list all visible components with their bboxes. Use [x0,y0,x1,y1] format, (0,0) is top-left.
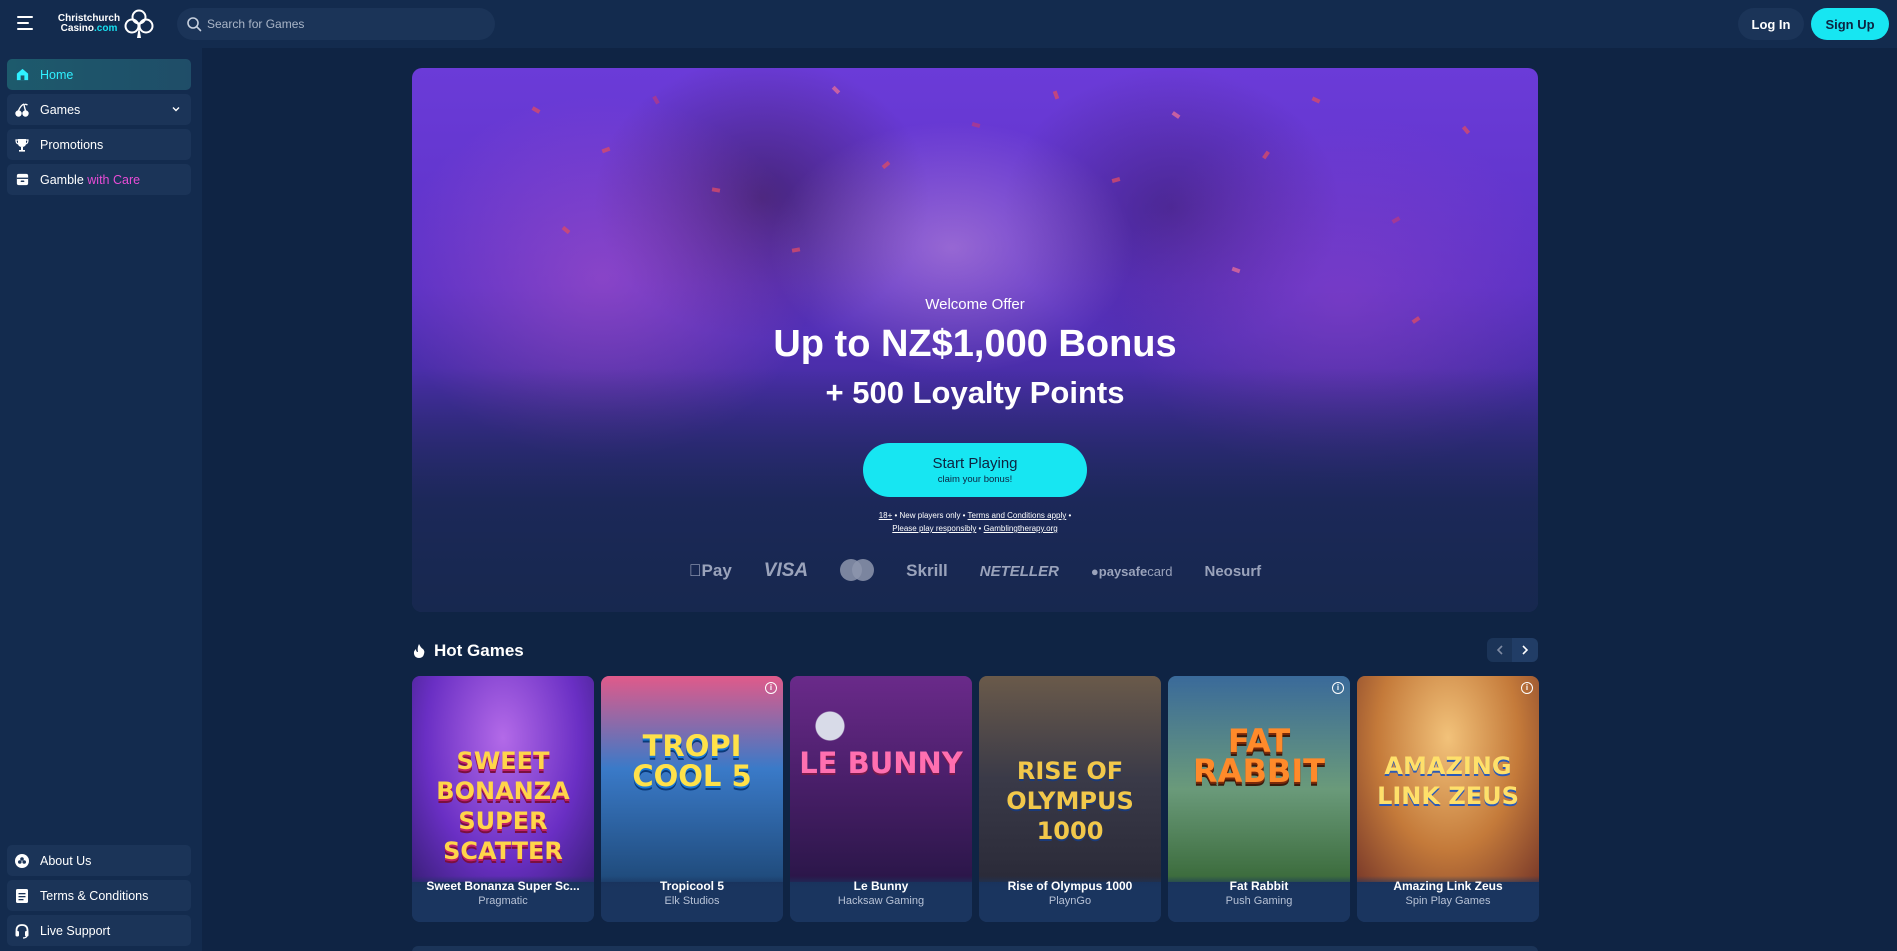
chevron-down-icon[interactable] [171,104,181,114]
apple-pay-logo: Pay [689,561,732,581]
login-button[interactable]: Log In [1738,8,1804,40]
game-provider: Elk Studios [664,895,720,907]
sidebar-item-terms[interactable]: Terms & Conditions [7,880,191,911]
sidebar-item-label: Gamble with Care [40,172,141,187]
game-card-amazing-link-zeus[interactable]: AMAZING LINK ZEUS i Amazing Link Zeus Sp… [1357,676,1539,922]
game-art-title: TROPI COOL 5 [632,729,752,793]
loyalty-points-subline: + 500 Loyalty Points [825,375,1125,410]
sidebar-item-label: Terms & Conditions [40,888,149,903]
play-responsibly-link[interactable]: Please play responsibly [892,524,976,533]
sidebar-item-promotions[interactable]: Promotions [7,129,191,160]
game-title: Fat Rabbit [1229,879,1289,893]
carousel-next-button[interactable] [1512,638,1538,662]
search-icon [187,17,202,32]
game-title: Amazing Link Zeus [1393,879,1503,893]
info-icon[interactable]: i [1521,682,1533,694]
game-art-title: SWEET BONANZA SUPER SCATTER [436,747,570,865]
game-art-title: LE BUNNY [799,746,963,780]
gamblingtherapy-link[interactable]: Gamblingtherapy.org [984,524,1058,533]
search-input[interactable] [207,8,487,40]
sidebar-item-home[interactable]: Home [7,59,191,90]
game-card-tropicool-5[interactable]: TROPI COOL 5 i Tropicool 5 Elk Studios [601,676,783,922]
sidebar-item-games[interactable]: Games [7,94,191,125]
game-provider: Push Gaming [1225,895,1293,907]
game-title: Le Bunny [853,879,909,893]
mastercard-logo [840,559,875,583]
game-title: Rise of Olympus 1000 [1007,879,1133,893]
next-section-edge [412,946,1538,951]
document-icon [14,888,30,904]
sidebar: Home Games Promotions Gamble with Care A… [0,48,202,951]
club-icon [14,853,30,869]
game-art-title: RISE OF OLYMPUS 1000 [1006,757,1134,845]
chevron-right-icon [1522,645,1529,655]
sidebar-item-label: Live Support [40,923,111,938]
archive-icon [14,172,30,188]
game-title: Tropicool 5 [659,879,724,893]
home-icon [14,67,30,83]
game-card-rise-of-olympus-1000[interactable]: RISE OF OLYMPUS 1000 Rise of Olympus 100… [979,676,1161,922]
hamburger-menu-icon[interactable] [17,16,33,30]
skrill-logo: Skrill [899,561,948,580]
payment-methods-row: Pay VISA Skrill NETELLER ●paysafecard N… [412,556,1538,586]
fire-icon [413,644,425,658]
logo-wordmark: Christchurch Casino.com [57,13,121,34]
top-header: Christchurch Casino.com Log In Sign Up [0,0,1897,48]
game-art-title: AMAZING LINK ZEUS [1377,752,1519,810]
welcome-offer-banner: Welcome Offer Up to NZ$1,000 Bonus + 500… [412,68,1538,612]
game-provider: Hacksaw Gaming [837,895,925,907]
visa-logo: VISA [757,560,808,581]
hot-games-carousel: SWEET BONANZA SUPER SCATTER Sweet Bonanz… [412,676,1539,922]
game-card-le-bunny[interactable]: LE BUNNY Le Bunny Hacksaw Gaming [790,676,972,922]
game-provider: Pragmatic [478,895,528,907]
welcome-offer-label: Welcome Offer [925,296,1025,313]
game-title: Sweet Bonanza Super Sc... [426,879,580,893]
sidebar-item-label: Promotions [40,137,104,152]
game-provider: PlaynGo [1048,895,1092,907]
info-icon[interactable]: i [765,682,777,694]
signup-button[interactable]: Sign Up [1811,8,1889,40]
bonus-terms-text: 18+ • New players only • Terms and Condi… [878,511,1072,533]
apple-icon:  [689,561,702,580]
search-bar[interactable] [177,8,495,40]
game-card-sweet-bonanza[interactable]: SWEET BONANZA SUPER SCATTER Sweet Bonanz… [412,676,594,922]
cherries-icon [14,102,30,118]
sidebar-item-about-us[interactable]: About Us [7,845,191,876]
start-playing-button[interactable]: Start Playing claim your bonus! [863,443,1087,497]
paysafecard-logo: ●paysafecard [1084,563,1173,579]
headset-icon [14,923,30,939]
game-provider: Spin Play Games [1405,895,1491,907]
sidebar-item-label: Games [40,102,81,117]
sidebar-item-label: Home [40,67,74,82]
game-art-title: FAT RABBIT [1193,722,1325,790]
club-logo-icon [124,9,154,38]
sidebar-item-label: About Us [40,853,92,868]
hot-games-heading: Hot Games [412,639,524,663]
trophy-icon [14,137,30,153]
info-icon[interactable]: i [1332,682,1344,694]
site-logo[interactable]: Christchurch Casino.com [54,8,154,40]
carousel-prev-button[interactable] [1487,638,1513,662]
sidebar-item-live-support[interactable]: Live Support [7,915,191,946]
bonus-headline: Up to NZ$1,000 Bonus [773,323,1177,365]
age-18-link[interactable]: 18+ [879,511,893,520]
neteller-logo: NETELLER [973,562,1059,580]
neosurf-logo: Neosurf [1198,562,1262,580]
terms-conditions-link[interactable]: Terms and Conditions apply [968,511,1067,520]
chevron-left-icon [1496,645,1503,655]
game-card-fat-rabbit[interactable]: FAT RABBIT i Fat Rabbit Push Gaming [1168,676,1350,922]
sidebar-item-gamble-with-care[interactable]: Gamble with Care [7,164,191,195]
lock-icon: ● [1084,563,1099,579]
